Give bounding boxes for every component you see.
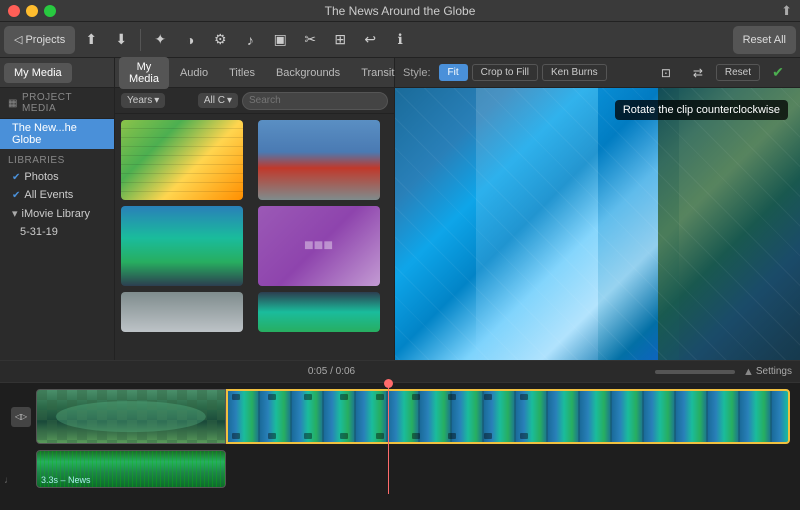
video-icon[interactable]: ▣	[266, 26, 294, 54]
reset-button[interactable]: Reset	[716, 64, 760, 81]
media-thumb-game[interactable]	[121, 120, 243, 200]
close-button[interactable]	[8, 5, 20, 17]
all-filter-button[interactable]: All C ▾	[198, 93, 238, 108]
track-clip-world[interactable]	[36, 389, 226, 444]
chevron-down-icon-2: ▾	[227, 95, 232, 106]
sidebar-item-all-events[interactable]: ✔ All Events	[0, 186, 114, 204]
audio-label: 3.3s – News	[41, 475, 91, 485]
video-track	[36, 389, 790, 444]
window-title: The News Around the Globe	[325, 4, 476, 18]
tab-titles[interactable]: Titles	[219, 63, 265, 83]
fit-button[interactable]: Fit	[439, 64, 468, 81]
video-track-row: ◁▷	[10, 389, 790, 444]
media-thumb-waterfall[interactable]	[121, 206, 243, 286]
grid-icon: ▦	[8, 98, 18, 109]
crop-btn-2[interactable]: ⊡	[652, 59, 680, 87]
chevron-down-icon: ▾	[154, 95, 159, 106]
triangle-icon: ▾	[12, 207, 18, 220]
download-button[interactable]: ⬇	[107, 26, 135, 54]
preview-toolbar: Style: Fit Crop to Fill Ken Burns ⊡ ⇄ Re…	[395, 58, 800, 88]
audio-track[interactable]: 3.3s – News	[36, 450, 226, 488]
separator-1	[140, 29, 141, 51]
video-track-button[interactable]: ◁▷	[11, 407, 31, 427]
playhead	[388, 383, 389, 494]
media-thumb-house[interactable]	[258, 120, 380, 200]
maximize-button[interactable]	[44, 5, 56, 17]
search-input[interactable]	[242, 92, 388, 110]
track-clip-waterfall[interactable]	[226, 389, 790, 444]
crop-to-fill-button[interactable]: Crop to Fill	[472, 64, 538, 81]
years-filter-button[interactable]: Years ▾	[121, 93, 165, 108]
tab-backgrounds[interactable]: Backgrounds	[266, 63, 350, 83]
title-bar-right-icons: ⬆	[781, 3, 792, 19]
tab-audio[interactable]: Audio	[170, 63, 218, 83]
ken-burns-button[interactable]: Ken Burns	[542, 64, 607, 81]
reset-all-button[interactable]: Reset All	[733, 26, 796, 54]
tab-my-media-2[interactable]: My Media	[119, 57, 169, 89]
style-label: Style:	[403, 67, 431, 79]
checkmark-btn[interactable]: ✔	[764, 59, 792, 87]
timeline-timecode: 0:05 / 0:06	[224, 366, 440, 377]
libraries-label: LIBRARIES	[0, 149, 114, 168]
timeline-header: 0:05 / 0:06 ▲ Settings	[0, 361, 800, 383]
timeline-zoom-slider[interactable]	[655, 370, 735, 374]
media-tabs-bar: My Media Audio Titles Backgrounds Transi…	[115, 58, 394, 88]
stabilize-icon[interactable]: ↩	[356, 26, 384, 54]
crop-icon[interactable]: ⊞	[326, 26, 354, 54]
clip-icon[interactable]: ✂	[296, 26, 324, 54]
music-icon: ♩	[4, 475, 14, 486]
media-grid-toolbar: Years ▾ All C ▾	[115, 88, 394, 114]
media-thumb-partial[interactable]	[121, 292, 243, 332]
settings-icon[interactable]: ⚙	[206, 26, 234, 54]
timeline-area: 0:05 / 0:06 ▲ Settings ◁▷	[0, 360, 800, 510]
back-icon: ◁	[14, 33, 22, 46]
tab-my-media[interactable]: My Media	[4, 63, 72, 83]
project-media-header: ▦ PROJECT MEDIA	[0, 88, 114, 119]
sidebar-item-imovie-library[interactable]: ▾ iMovie Library	[0, 204, 114, 223]
timeline-settings-button[interactable]: Settings	[756, 366, 792, 377]
title-bar: The News Around the Globe ⬆	[0, 0, 800, 22]
window-controls	[8, 5, 56, 17]
info-icon[interactable]: ℹ	[386, 26, 414, 54]
magic-wand-icon[interactable]: ✦	[146, 26, 174, 54]
projects-button[interactable]: ◁ Projects	[4, 26, 75, 54]
settings-icon-timeline: ▲	[743, 366, 754, 378]
media-thumb-green-bar[interactable]	[258, 292, 380, 332]
flip-btn[interactable]: ⇄	[684, 59, 712, 87]
media-thumb-purple[interactable]	[258, 206, 380, 286]
color-wheel-icon[interactable]: ◑	[176, 26, 204, 54]
sidebar-item-project[interactable]: The New...he Globe	[0, 119, 114, 149]
audio-track-row: 3.3s – News	[10, 450, 790, 488]
check-icon-2: ✔	[12, 190, 20, 201]
sidebar-item-date[interactable]: 5-31-19	[0, 223, 114, 241]
minimize-button[interactable]	[26, 5, 38, 17]
import-button[interactable]: ⬆	[77, 26, 105, 54]
media-tabs: My Media	[0, 58, 114, 88]
top-toolbar: ◁ Projects ⬆ ⬇ ✦ ◑ ⚙ ♪ ▣ ✂ ⊞ ↩ ℹ Reset A…	[0, 22, 800, 58]
sidebar-item-photos[interactable]: ✔ Photos	[0, 168, 114, 186]
audio-icon[interactable]: ♪	[236, 26, 264, 54]
video-track-controls: ◁▷	[10, 407, 32, 427]
check-icon: ✔	[12, 172, 20, 183]
timeline-tracks: ◁▷	[0, 383, 800, 494]
share-icon[interactable]: ⬆	[781, 3, 792, 19]
